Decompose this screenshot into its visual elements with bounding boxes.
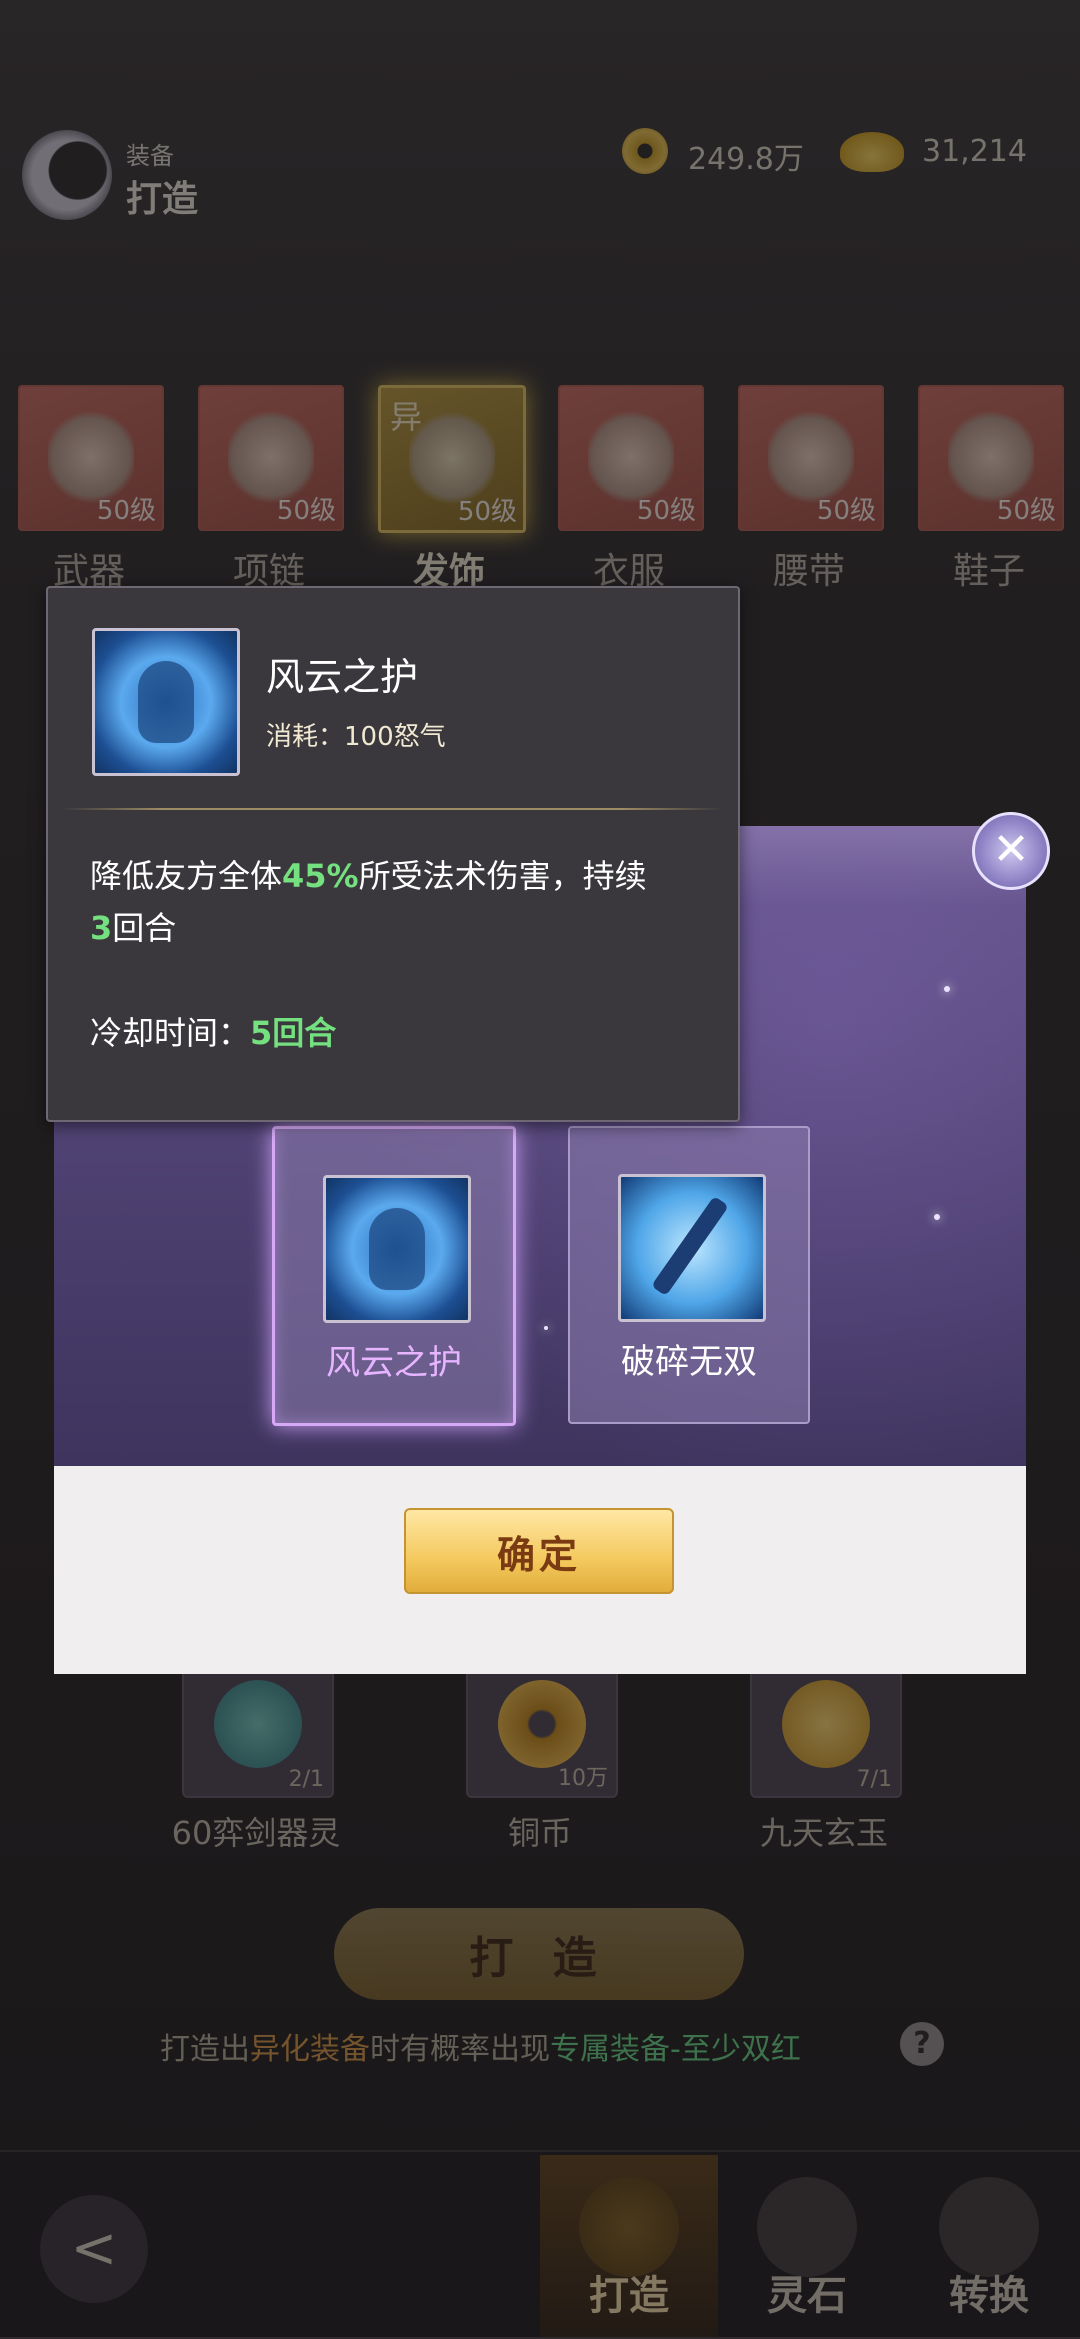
skill-name: 风云之护 [266, 655, 419, 699]
skill-choice-posui[interactable]: 破碎无双 [568, 1126, 810, 1424]
skill-cost: 消耗：100怒气 [266, 722, 446, 752]
skill-tooltip: 风云之护 消耗：100怒气 降低友方全体45%所受法术伤害，持续 3回合 冷却时间… [46, 586, 740, 1122]
confirm-button[interactable]: 确定 [404, 1508, 674, 1594]
close-icon[interactable]: ✕ [972, 812, 1050, 890]
desc-text: 所受法术伤害，持续 [358, 857, 647, 895]
desc-text: 降低友方全体 [90, 857, 283, 895]
star-sparkle-icon [544, 1326, 548, 1330]
skill-cooldown: 冷却时间：5回合 [90, 1008, 336, 1054]
desc-highlight: 45% [282, 857, 359, 895]
skill-choice-name: 破碎无双 [621, 1342, 757, 1382]
meditating-shield-icon [92, 628, 240, 776]
meditating-shield-icon [323, 1175, 471, 1323]
skill-choice-name: 风云之护 [326, 1343, 462, 1383]
skill-description: 降低友方全体45%所受法术伤害，持续 3回合 [90, 850, 710, 954]
tooltip-divider [62, 808, 722, 810]
cooldown-label: 冷却时间： [90, 1014, 251, 1052]
star-sparkle-icon [934, 1214, 940, 1220]
desc-text: 回合 [112, 909, 177, 947]
desc-highlight: 3 [90, 909, 113, 947]
shattered-sword-icon [618, 1174, 766, 1322]
cooldown-value: 5回合 [250, 1014, 337, 1052]
skill-choice-fengyun[interactable]: 风云之护 [272, 1126, 516, 1426]
